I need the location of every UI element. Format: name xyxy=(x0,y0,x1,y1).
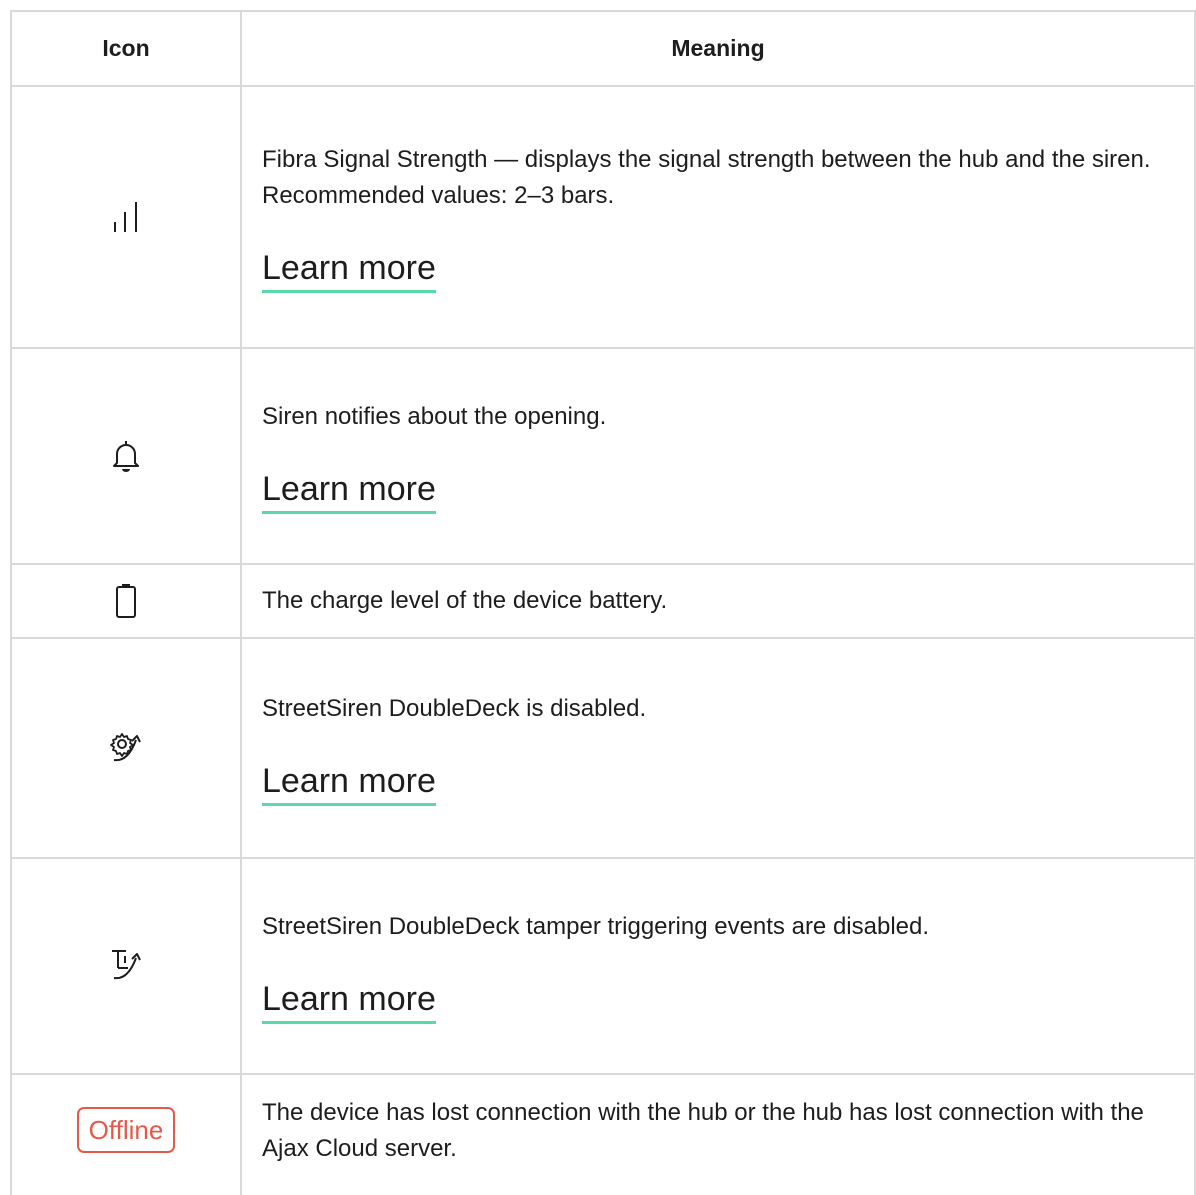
tamper-disabled-icon xyxy=(106,948,146,984)
table-row: Siren notifies about the opening. Learn … xyxy=(12,349,1196,565)
table-row: StreetSiren DoubleDeck is disabled. Lear… xyxy=(12,639,1196,859)
table-row: The charge level of the device battery. xyxy=(12,565,1196,639)
table-row: StreetSiren DoubleDeck tamper triggering… xyxy=(12,859,1196,1075)
learn-more-link[interactable]: Learn more xyxy=(262,979,436,1024)
row-description: The device has lost connection with the … xyxy=(262,1099,1144,1162)
header-meaning: Meaning xyxy=(242,12,1196,85)
icons-table: Icon Meaning Fibra Signal Strength — dis… xyxy=(10,10,1196,1195)
row-description: StreetSiren DoubleDeck tamper triggering… xyxy=(262,912,930,940)
row-description: Fibra Signal Strength — displays the sig… xyxy=(262,145,1151,209)
signal-strength-icon xyxy=(111,200,141,234)
learn-more-link[interactable]: Learn more xyxy=(262,761,436,806)
learn-more-link[interactable]: Learn more xyxy=(262,248,436,293)
table-row: Fibra Signal Strength — displays the sig… xyxy=(12,87,1196,349)
row-description: Siren notifies about the opening. xyxy=(262,402,607,430)
row-description: The charge level of the device battery. xyxy=(262,587,668,614)
header-icon: Icon xyxy=(12,12,242,85)
bell-icon xyxy=(112,439,140,473)
offline-badge: Offline xyxy=(76,1107,176,1153)
battery-icon xyxy=(115,583,137,619)
table-row: Offline The device has lost connection w… xyxy=(12,1075,1196,1195)
row-description: StreetSiren DoubleDeck is disabled. xyxy=(262,694,647,722)
table-header-row: Icon Meaning xyxy=(12,12,1196,87)
learn-more-link[interactable]: Learn more xyxy=(262,469,436,514)
gear-disabled-icon xyxy=(106,730,146,766)
